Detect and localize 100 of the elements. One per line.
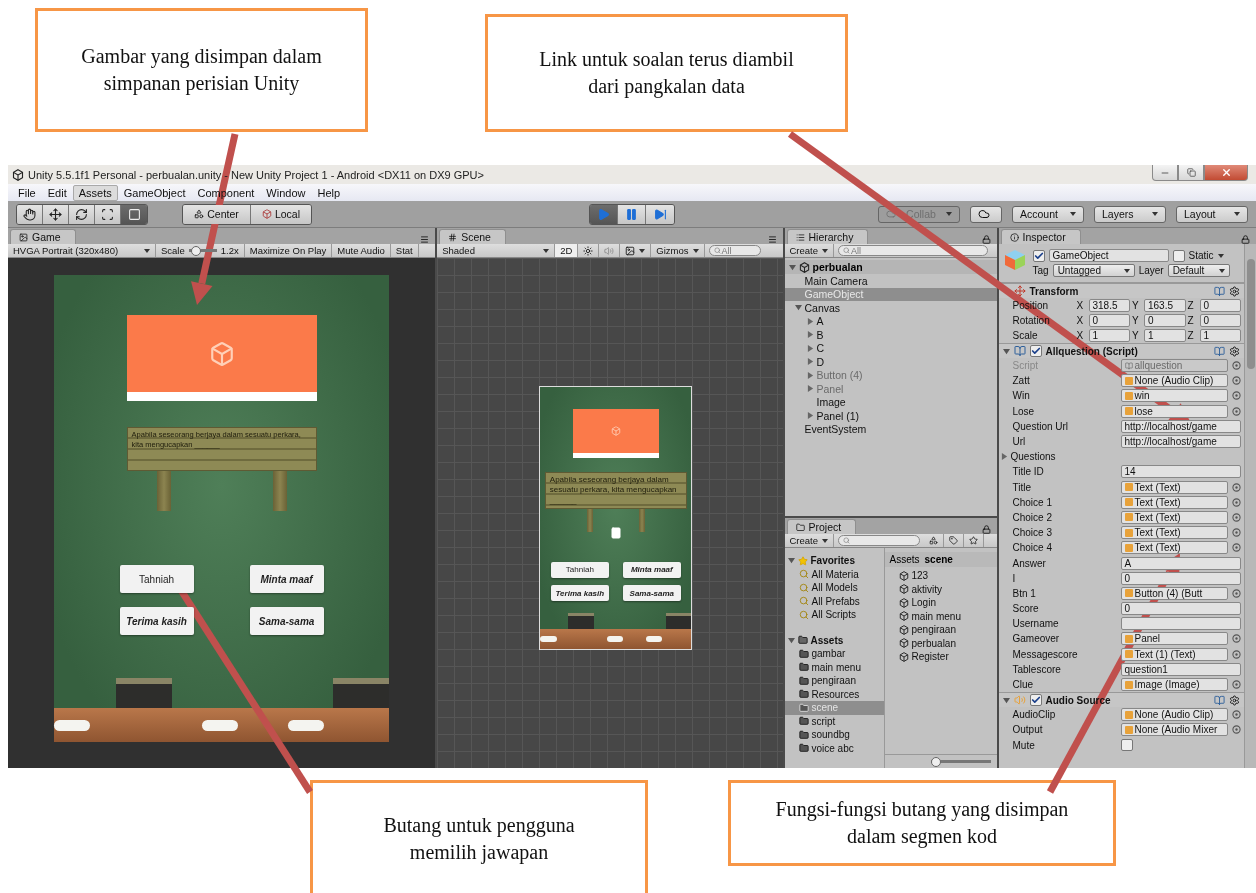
scene-file[interactable]: pengiraan [884, 623, 997, 637]
hierarchy-item[interactable]: D [784, 355, 997, 369]
folder-item[interactable]: pengiraan [784, 674, 884, 688]
favorite-item[interactable]: All Models [784, 581, 884, 595]
folder-item[interactable]: voice abc [784, 741, 884, 755]
answer-button[interactable]: Sama-sama [249, 607, 324, 635]
object-field[interactable]: Text (Text) [1120, 541, 1228, 555]
input-field[interactable]: 0 [1199, 299, 1241, 312]
object-field[interactable]: None (Audio Clip) [1120, 374, 1228, 388]
account-dropdown[interactable]: Account [1012, 205, 1084, 223]
scene-file[interactable]: Login [884, 596, 997, 610]
hierarchy-item[interactable]: Image [784, 395, 997, 409]
menu-item[interactable]: Help [311, 184, 347, 201]
create-dropdown[interactable]: Create [784, 244, 834, 257]
object-field[interactable]: win [1120, 389, 1228, 403]
lock-icon[interactable] [1241, 235, 1250, 244]
input-field[interactable]: 1 [1088, 329, 1130, 342]
answer-button[interactable]: Terima kasih [119, 607, 194, 635]
resolution-dropdown[interactable]: HVGA Portrait (320x480) [8, 244, 156, 257]
hierarchy-item[interactable]: EventSystem [784, 422, 997, 436]
input-field[interactable]: 1 [1144, 329, 1186, 342]
menu-item[interactable]: Window [260, 184, 312, 201]
tag-dropdown[interactable]: Untagged [1052, 264, 1135, 277]
input-field[interactable]: 1 [1199, 329, 1241, 342]
layers-dropdown[interactable]: Layers [1094, 205, 1166, 223]
tree-header[interactable]: Favorites [784, 554, 884, 568]
component-header[interactable]: Transform [998, 283, 1244, 298]
input-field[interactable]: 14 [1120, 465, 1241, 479]
checkbox[interactable] [1120, 739, 1133, 752]
close-button[interactable] [1204, 165, 1248, 181]
object-field[interactable]: lose [1120, 404, 1228, 418]
help-book-icon[interactable] [1214, 285, 1225, 297]
hierarchy-item[interactable]: B [784, 328, 997, 342]
input-field[interactable]: A [1120, 556, 1241, 570]
playback-button[interactable] [618, 204, 646, 224]
object-field[interactable]: Text (Text) [1120, 495, 1228, 509]
label-filter-icon[interactable] [949, 536, 958, 545]
expand-arrow-icon[interactable] [788, 263, 796, 271]
toolbar-toggle[interactable]: Stat [390, 244, 419, 257]
scene-file[interactable]: aktivity [884, 582, 997, 596]
foldout-arrow-icon[interactable] [1002, 696, 1010, 704]
tool-button[interactable] [17, 204, 43, 224]
hierarchy-item[interactable]: Main Camera [784, 274, 997, 288]
input-field[interactable] [1120, 617, 1241, 631]
menu-item[interactable]: Assets [72, 184, 118, 201]
folder-item[interactable]: gambar [784, 647, 884, 661]
settings-icon[interactable] [1229, 694, 1240, 706]
maximize-button[interactable] [1178, 165, 1204, 181]
help-book-icon[interactable] [1214, 694, 1225, 706]
hierarchy-item[interactable]: A [784, 314, 997, 328]
scene-file[interactable]: Register [884, 650, 997, 664]
answer-button[interactable]: Terima kasih [550, 585, 609, 602]
tool-button[interactable] [95, 204, 121, 224]
hierarchy-item[interactable]: Panel (1) [784, 409, 997, 423]
star-icon[interactable] [969, 536, 978, 545]
minimize-button[interactable] [1152, 165, 1178, 181]
menu-item[interactable]: Edit [41, 184, 73, 201]
answer-button[interactable]: Tahniah [550, 561, 609, 578]
input-field[interactable]: question1 [1120, 662, 1241, 676]
expand-arrow-icon[interactable] [787, 557, 795, 565]
toolbar-toggle[interactable]: Maximize On Play [244, 244, 333, 257]
hierarchy-tab[interactable]: Hierarchy [786, 229, 869, 244]
tool-button[interactable] [43, 204, 69, 224]
settings-icon[interactable] [1229, 285, 1240, 297]
pivot-button[interactable]: Center [183, 204, 251, 224]
search-field[interactable]: All [838, 245, 988, 256]
folder-item[interactable]: soundbg [784, 728, 884, 742]
answer-button[interactable]: Minta maaf [622, 561, 681, 578]
project-tab[interactable]: Project [786, 519, 857, 534]
object-field[interactable]: None (Audio Clip) [1120, 708, 1228, 722]
input-field[interactable]: 0 [1120, 602, 1241, 616]
breadcrumb-item[interactable]: Assets [889, 554, 920, 565]
hierarchy-item[interactable]: C [784, 341, 997, 355]
lock-icon[interactable] [981, 525, 991, 534]
input-field[interactable]: 318.5 [1088, 299, 1130, 312]
input-field[interactable]: 163.5 [1144, 299, 1186, 312]
folder-item[interactable]: script [784, 714, 884, 728]
game-tab[interactable]: Game [10, 229, 76, 244]
toggle-2d[interactable]: 2D [555, 244, 579, 257]
lock-icon[interactable] [981, 235, 991, 244]
object-field[interactable]: Button (4) (Butt [1120, 586, 1228, 600]
slider-thumb[interactable] [930, 756, 941, 767]
expand-arrow-icon[interactable] [806, 412, 814, 420]
checkbox[interactable] [1032, 249, 1045, 262]
answer-button[interactable]: Tahniah [119, 565, 194, 593]
toolbar-toggle[interactable]: Mute Audio [332, 244, 391, 257]
tool-button[interactable] [121, 204, 147, 224]
object-field[interactable]: Text (Text) [1120, 526, 1228, 540]
expand-arrow-icon[interactable] [787, 636, 795, 644]
object-picker-icon[interactable] [1232, 588, 1241, 598]
answer-button[interactable]: Sama-sama [622, 585, 681, 602]
object-field[interactable]: Panel [1120, 632, 1228, 646]
search-field[interactable]: All [708, 245, 761, 256]
image-icon[interactable] [625, 245, 636, 256]
folder-item[interactable]: main menu [784, 660, 884, 674]
input-field[interactable]: 0 [1088, 314, 1130, 327]
scene-tab[interactable]: Scene [439, 229, 506, 244]
object-field[interactable]: None (Audio Mixer [1120, 723, 1228, 737]
checkbox[interactable] [1172, 249, 1185, 262]
playback-button[interactable] [646, 204, 674, 224]
